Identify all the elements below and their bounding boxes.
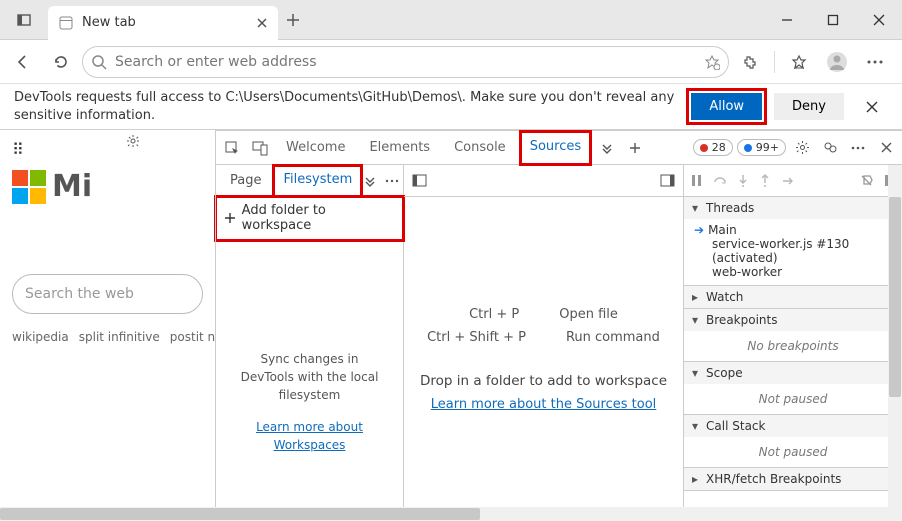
toggle-navigator-icon[interactable] [412, 174, 427, 187]
window-titlebar: New tab [0, 0, 902, 40]
address-bar[interactable]: Search or enter web address [82, 46, 729, 78]
page-search-input[interactable]: Search the web [12, 274, 203, 314]
step-out-icon[interactable] [759, 174, 771, 187]
tab-elements[interactable]: Elements [359, 131, 440, 165]
permission-bar: DevTools requests full access to C:\User… [0, 84, 902, 130]
extensions-icon[interactable] [733, 45, 767, 79]
debugger-sidebar: Threads ➔Main service-worker.js #130 (ac… [684, 165, 902, 521]
error-count[interactable]: 28 [693, 139, 733, 156]
step-icon[interactable] [781, 175, 795, 187]
pause-button[interactable] [690, 174, 703, 187]
tab-welcome[interactable]: Welcome [276, 131, 355, 165]
toggle-debugger-icon[interactable] [660, 174, 675, 187]
apps-icon[interactable]: ⠿ [12, 140, 26, 159]
shortcut-action: Open file [559, 307, 618, 322]
sources-editor: Ctrl + P Open file Ctrl + Shift + P Run co… [404, 165, 684, 521]
step-over-icon[interactable] [713, 174, 727, 187]
add-folder-button[interactable]: Add folder to workspace [216, 197, 403, 240]
deactivate-breakpoints-icon[interactable] [860, 174, 873, 187]
newtab-icon [58, 15, 74, 31]
maximize-button[interactable] [810, 0, 856, 40]
sync-hint: Sync changes in DevTools with the local … [216, 240, 403, 454]
watch-header[interactable]: Watch [684, 286, 902, 308]
tab-title: New tab [82, 15, 136, 30]
new-tab-button[interactable] [278, 13, 308, 27]
browser-toolbar: Search or enter web address [0, 40, 902, 84]
more-icon[interactable] [858, 45, 892, 79]
info-count[interactable]: 99+ [737, 139, 786, 156]
callstack-header[interactable]: Call Stack [684, 415, 902, 437]
subtab-page[interactable]: Page [220, 165, 271, 197]
close-tab-icon[interactable] [256, 17, 268, 29]
tab-actions-icon[interactable] [0, 12, 48, 28]
microsoft-logo: Mi [12, 169, 203, 204]
dismiss-permission-icon[interactable] [856, 100, 888, 114]
rendered-page: ⠿ Mi Search the web wikipedia split infi… [0, 130, 216, 521]
device-icon[interactable] [248, 140, 272, 156]
allow-button[interactable]: Allow [691, 93, 762, 120]
quick-link[interactable]: split infinitive [79, 330, 160, 344]
navigator-more-icon[interactable] [385, 179, 399, 183]
thread-item[interactable]: web-worker [694, 265, 892, 279]
no-breakpoints: No breakpoints [684, 331, 902, 361]
deny-button[interactable]: Deny [774, 93, 844, 120]
back-button[interactable] [6, 45, 40, 79]
profile-icon[interactable] [820, 45, 854, 79]
browser-tab[interactable]: New tab [48, 6, 278, 40]
close-window-button[interactable] [856, 0, 902, 40]
tab-sources[interactable]: Sources [520, 131, 591, 165]
tab-console[interactable]: Console [444, 131, 516, 165]
thread-item[interactable]: service-worker.js #130 (activated) [694, 237, 892, 265]
subtab-filesystem[interactable]: Filesystem [273, 165, 362, 197]
quick-link[interactable]: wikipedia [12, 330, 69, 344]
permission-message: DevTools requests full access to C:\User… [14, 89, 679, 124]
favorites-icon[interactable] [782, 45, 816, 79]
vertical-scrollbar[interactable] [888, 165, 902, 521]
shortcut-action: Run command [566, 330, 660, 345]
scope-header[interactable]: Scope [684, 362, 902, 384]
search-icon [91, 54, 107, 70]
new-tab-icon[interactable] [623, 141, 647, 155]
tracking-icon[interactable] [704, 54, 720, 70]
thread-item[interactable]: ➔Main [694, 223, 892, 237]
shortcut-keys: Ctrl + P [469, 307, 519, 322]
refresh-button[interactable] [44, 45, 78, 79]
horizontal-scrollbar[interactable] [0, 507, 902, 521]
settings-icon[interactable] [790, 140, 814, 155]
sources-navigator: Page Filesystem Add folder to workspace … [216, 165, 404, 521]
address-placeholder: Search or enter web address [115, 54, 317, 70]
quick-link[interactable]: postit no [170, 330, 216, 344]
devtools-tabbar: Welcome Elements Console Sources 28 99+ [216, 131, 902, 165]
inspect-icon[interactable] [220, 140, 244, 156]
shortcut-keys: Ctrl + Shift + P [427, 330, 526, 345]
threads-header[interactable]: Threads [684, 197, 902, 219]
learn-sources-link[interactable]: Learn more about the Sources tool [431, 397, 657, 412]
step-into-icon[interactable] [737, 174, 749, 187]
feedback-icon[interactable] [818, 140, 842, 155]
minimize-button[interactable] [764, 0, 810, 40]
learn-workspaces-link[interactable]: Learn more about Workspaces [256, 420, 363, 452]
drop-hint: Drop in a folder to add to workspace [420, 373, 667, 389]
xhr-header[interactable]: XHR/fetch Breakpoints [684, 468, 902, 490]
breakpoints-header[interactable]: Breakpoints [684, 309, 902, 331]
more-icon[interactable] [846, 146, 870, 150]
callstack-not-paused: Not paused [684, 437, 902, 467]
close-devtools-icon[interactable] [874, 141, 898, 154]
more-tabs-icon[interactable] [595, 141, 619, 155]
page-settings-icon[interactable] [126, 134, 140, 148]
scope-not-paused: Not paused [684, 384, 902, 414]
more-subtabs-icon[interactable] [364, 175, 376, 187]
devtools-panel: Welcome Elements Console Sources 28 99+ … [216, 130, 902, 521]
